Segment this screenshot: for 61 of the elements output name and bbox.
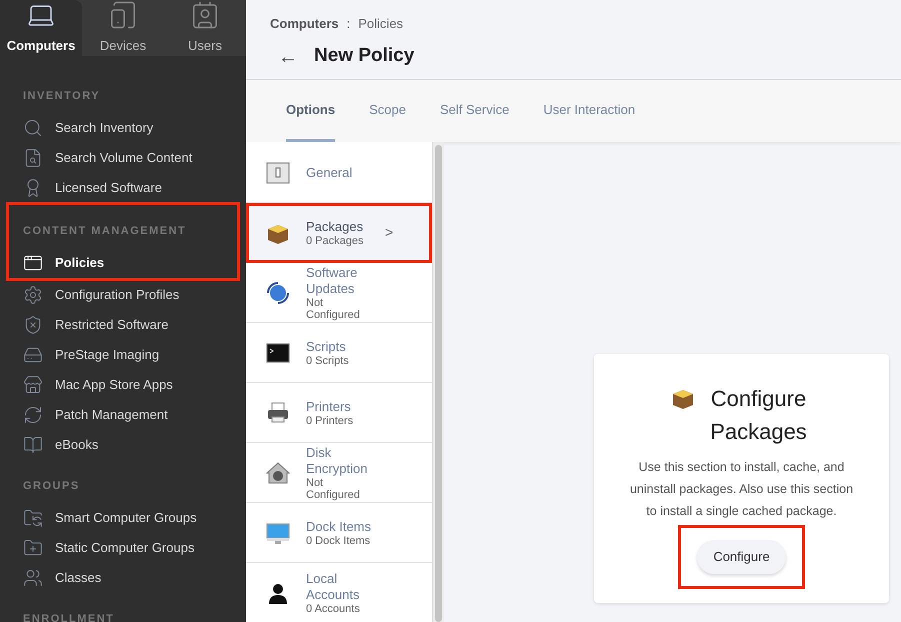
section-heading: CONTENT MANAGEMENT (23, 224, 186, 236)
scrollbar[interactable] (432, 142, 444, 622)
refresh-icon (23, 404, 43, 424)
document-search-icon (23, 148, 43, 168)
tablet-icon (108, 0, 138, 30)
sidebar-item[interactable]: Classes (0, 562, 246, 592)
sidebar-item[interactable]: Configuration Profiles (0, 280, 246, 310)
sidebar-item[interactable]: Search Inventory (0, 112, 246, 142)
sidebar-item[interactable]: Static Computer Groups (0, 532, 246, 562)
sidebar-item[interactable]: Policies (0, 248, 237, 278)
contact-card-icon (190, 0, 220, 30)
sidebar-item[interactable]: Search Volume Content (0, 142, 246, 172)
breadcrumb-current: Policies (358, 15, 404, 33)
sidebar-item[interactable]: Licensed Software (0, 172, 246, 202)
configure-button[interactable]: Configure (697, 540, 786, 574)
option-title: Scripts (306, 338, 347, 354)
switch-icon (265, 160, 291, 186)
page-title: New Policy (314, 44, 414, 68)
option-item[interactable]: Packages 0 Packages > (246, 203, 432, 263)
breadcrumb-link[interactable]: Computers (270, 14, 339, 34)
chevron-icon: > (385, 222, 394, 243)
option-subtitle: 0 Printers (306, 414, 354, 426)
option-title: Local Accounts (306, 570, 360, 602)
sidebar-item[interactable]: Mac App Store Apps (0, 370, 246, 400)
option-subtitle: 0 Accounts (306, 602, 361, 614)
option-title: General (306, 164, 354, 180)
store-icon (23, 374, 43, 394)
back-button[interactable]: ← (278, 42, 298, 72)
option-title: Dock Items (306, 518, 372, 534)
printer-icon (265, 400, 291, 426)
top-tab[interactable]: Computers (0, 0, 82, 56)
folder-plus-icon (23, 538, 43, 558)
section-heading: GROUPS (23, 480, 80, 492)
gear-icon (23, 284, 43, 304)
card-description: Use this section to install, cache, and uninstall packages. Also use this section to install a single cached package. (628, 459, 854, 520)
folder-icon (23, 508, 43, 528)
option-subtitle: Not Configured (306, 296, 361, 320)
breadcrumb-separator: : (346, 15, 350, 33)
sidebar-item[interactable]: Patch Management (0, 400, 246, 430)
top-tab[interactable]: Devices (82, 0, 164, 56)
option-title: Packages (306, 218, 364, 234)
option-subtitle: 0 Dock Items (306, 534, 372, 546)
book-icon (23, 434, 43, 454)
option-title: Software Updates (306, 264, 358, 296)
sidebar-item[interactable]: eBooks (0, 430, 246, 460)
option-subtitle: 0 Scripts (306, 354, 350, 366)
section-heading: ENROLLMENT (23, 612, 114, 622)
option-title: Printers (306, 398, 352, 414)
search-icon (23, 118, 43, 138)
top-tab[interactable]: Users (164, 0, 246, 56)
sidebar-item[interactable]: Smart Computer Groups (0, 502, 246, 532)
people-icon (23, 568, 43, 588)
section-heading: INVENTORY (23, 90, 100, 102)
sidebar-item[interactable]: PreStage Imaging (0, 340, 246, 370)
option-title: Disk Encryption (306, 444, 368, 476)
sidebar-item[interactable]: Restricted Software (0, 310, 246, 340)
option-subtitle: Not Configured (306, 476, 361, 500)
shield-icon (23, 314, 43, 334)
card-title: Configure Packages (709, 385, 808, 446)
option-subtitle: 0 Packages (306, 234, 364, 246)
globe-icon (265, 280, 291, 306)
